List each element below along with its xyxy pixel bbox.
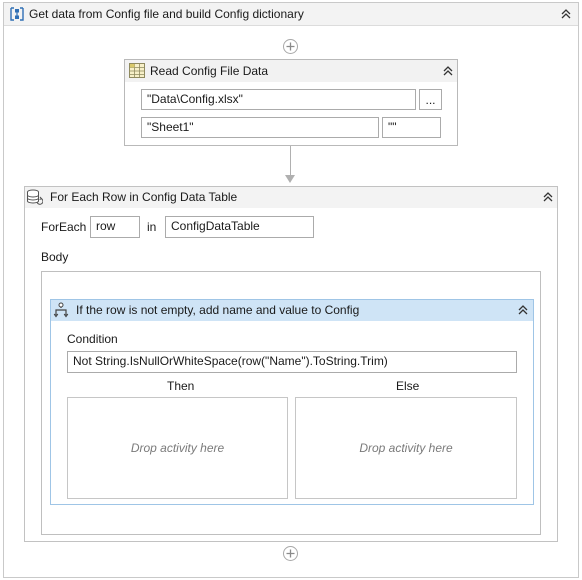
for-each-card[interactable]: For Each Row in Config Data Table ForEac… [24, 186, 558, 542]
body-label: Body [41, 250, 69, 264]
collapse-sequence-icon[interactable] [559, 7, 573, 21]
read-config-header[interactable]: Read Config File Data [125, 60, 457, 82]
add-activity-bottom-button[interactable] [283, 546, 298, 561]
add-activity-top-button[interactable] [283, 39, 298, 54]
then-drop-hint: Drop activity here [130, 441, 225, 455]
if-activity-header[interactable]: If the row is not empty, add name and va… [51, 300, 533, 321]
then-drop-zone[interactable]: Drop activity here [67, 397, 288, 499]
workbook-path-input[interactable]: "Data\Config.xlsx" [141, 89, 416, 110]
then-label: Then [167, 379, 195, 393]
connector-line [290, 146, 291, 177]
plus-icon [286, 42, 295, 51]
for-each-row-icon [26, 189, 44, 208]
sequence-title: Get data from Config file and build Conf… [29, 7, 304, 21]
item-variable-input[interactable]: row [90, 216, 140, 238]
in-label: in [147, 220, 157, 234]
collection-input[interactable]: ConfigDataTable [165, 216, 314, 238]
condition-input[interactable]: Not String.IsNullOrWhiteSpace(row("Name"… [67, 351, 517, 373]
browse-button[interactable]: ... [419, 89, 442, 110]
range-input[interactable]: "" [382, 117, 441, 138]
collapse-read-config-icon[interactable] [441, 64, 455, 78]
else-drop-zone[interactable]: Drop activity here [295, 397, 517, 499]
body-container[interactable]: If the row is not empty, add name and va… [41, 271, 541, 535]
foreach-label: ForEach [41, 220, 87, 234]
collapse-for-each-icon[interactable] [541, 190, 555, 204]
for-each-title: For Each Row in Config Data Table [50, 190, 238, 204]
sequence-icon [9, 6, 25, 25]
else-drop-hint: Drop activity here [359, 441, 453, 455]
excel-read-range-icon [129, 63, 145, 81]
sequence-header[interactable]: Get data from Config file and build Conf… [4, 3, 578, 26]
read-config-title: Read Config File Data [150, 64, 269, 78]
if-branch-icon [53, 302, 69, 321]
if-activity-title: If the row is not empty, add name and va… [76, 303, 360, 317]
plus-icon [286, 549, 295, 558]
connector-arrow [285, 175, 295, 183]
for-each-header[interactable]: For Each Row in Config Data Table [25, 187, 557, 208]
condition-label: Condition [67, 332, 118, 346]
collapse-if-icon[interactable] [516, 303, 530, 317]
read-config-card[interactable]: Read Config File Data "Data\Config.xlsx"… [124, 59, 458, 146]
else-label: Else [396, 379, 420, 393]
if-activity-card[interactable]: If the row is not empty, add name and va… [50, 299, 534, 505]
sheet-name-input[interactable]: "Sheet1" [141, 117, 379, 138]
